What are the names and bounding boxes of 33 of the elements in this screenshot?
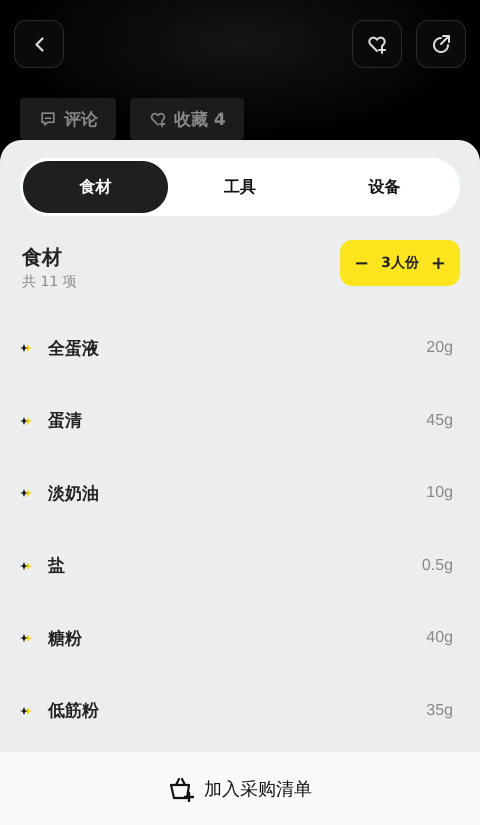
sparkle-icon: [18, 487, 34, 500]
item-count: 共 11 项: [22, 273, 77, 291]
favorite-button[interactable]: 收藏 4: [130, 98, 244, 140]
sparkle-icon: [18, 704, 34, 717]
section-title: 食材: [22, 244, 63, 271]
ingredient-name: 盐: [48, 555, 66, 578]
sparkle-icon: [18, 560, 34, 572]
tab[interactable]: 食材: [23, 161, 168, 213]
servings-label: 3人份: [381, 254, 419, 272]
tab[interactable]: 工具: [168, 161, 312, 213]
basket-plus-icon: [168, 776, 194, 802]
ingredient-amount: 20g: [426, 339, 453, 358]
favorite-button[interactable]: [352, 20, 402, 68]
ingredient-name: 淡奶油: [48, 482, 100, 505]
ingredient-amount: 10g: [426, 484, 453, 502]
increase-button[interactable]: +: [426, 252, 450, 274]
ingredient-name: 蛋清: [48, 410, 83, 432]
add-to-shopping-list-button[interactable]: 加入采购清单: [162, 774, 318, 802]
ingredient-name: 全蛋液: [48, 338, 100, 360]
sparkle-icon: [18, 342, 34, 354]
decrease-button[interactable]: −: [350, 252, 374, 274]
ingredient-amount: 35g: [426, 702, 453, 720]
ingredient-name: 糖粉: [48, 628, 83, 650]
tab[interactable]: 设备: [312, 161, 458, 213]
ingredient-amount: 45g: [426, 412, 453, 430]
ingredient-name: 低筋粉: [48, 700, 100, 722]
ingredient-amount: 0.5g: [422, 556, 453, 575]
back-icon: [34, 36, 44, 52]
ingredient-amount: 40g: [426, 629, 453, 648]
share-button[interactable]: [416, 20, 466, 68]
sparkle-icon: [18, 414, 34, 427]
comment-button[interactable]: 评论: [20, 98, 116, 140]
sparkle-icon: [18, 632, 34, 644]
